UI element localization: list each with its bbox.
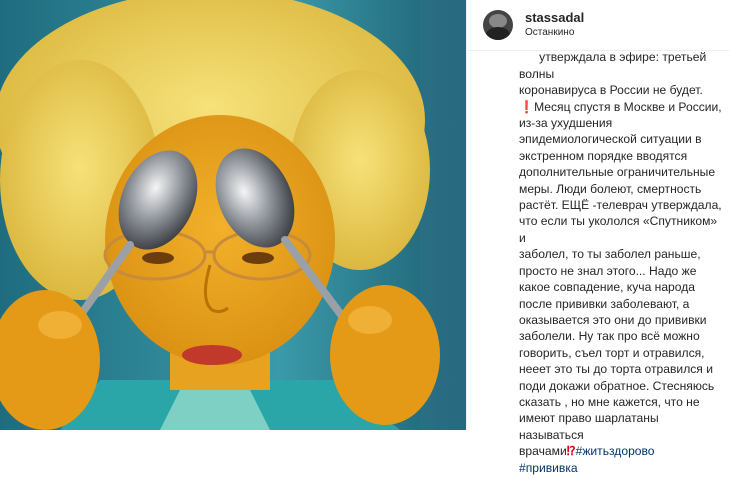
caption-line: заболел, то ты заболел раньше, xyxy=(519,247,701,262)
hashtag-link[interactable]: #житьздорово xyxy=(576,444,655,458)
caption-line: из-за ухудшения xyxy=(519,116,613,131)
interrobang-emoji-icon: ⁉ xyxy=(566,444,576,459)
hashtag-link[interactable]: #прививка xyxy=(519,461,578,475)
caption-line: просто не знал этого... Надо же xyxy=(519,263,697,278)
header-names: stassadal Останкино xyxy=(525,10,584,40)
caption-line: нееет это ты до торта отравился и xyxy=(519,362,713,377)
caption-line: поди докажи обратное. Стесняюсь xyxy=(519,378,715,393)
caption-line: сказать , но мне кажется, что не xyxy=(519,394,700,409)
post-caption: утверждала в эфире: третьей волны корона… xyxy=(519,33,724,492)
caption-line: эпидемиологической ситуации в xyxy=(519,132,702,147)
caption-line: утверждала в эфире: третьей волны xyxy=(519,50,710,81)
instagram-post: утверждала в эфире: третьей волны корона… xyxy=(0,0,729,475)
caption-line: имеют право шарлатаны называться xyxy=(519,411,663,442)
username-link[interactable]: stassadal xyxy=(525,10,584,26)
caption-line: врачами xyxy=(519,444,567,459)
caption-line: дополнительные ограничительные xyxy=(519,165,716,180)
caption-line: после прививки заболевают, а xyxy=(519,296,690,311)
caption-line: растёт. ЕЩЁ -телеврач утверждала, xyxy=(519,198,722,213)
caption-line: коронавируса в России не будет. xyxy=(519,83,703,98)
post-side-panel: утверждала в эфире: третьей волны корона… xyxy=(466,0,729,475)
post-photo[interactable] xyxy=(0,0,466,430)
caption-line: оказывается это они до прививки xyxy=(519,312,707,327)
caption-line: что если ты укололся «Спутником» и xyxy=(519,214,721,245)
caption-line: какое совпадение, куча народа xyxy=(519,280,696,295)
caption-line: говорить, съел торт и отравился, xyxy=(519,345,705,360)
post-header: stassadal Останкино xyxy=(467,0,729,51)
caption-line: Месяц спустя в Москве и России, xyxy=(534,99,722,114)
caption-line: заболели. Ну так про всё можно xyxy=(519,329,700,344)
caption-line: экстренном порядке вводятся xyxy=(519,148,688,163)
exclamation-emoji-icon: ❗ xyxy=(519,99,535,114)
caption-line: меры. Люди болеют, смертность xyxy=(519,181,702,196)
woman-with-spoons-image xyxy=(0,0,466,430)
avatar[interactable] xyxy=(483,10,513,40)
location-link[interactable]: Останкино xyxy=(525,26,584,40)
